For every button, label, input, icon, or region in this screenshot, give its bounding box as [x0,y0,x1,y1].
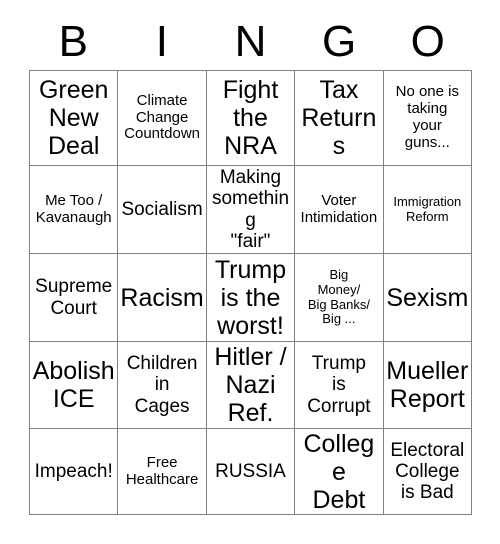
bingo-cell[interactable]: Making something "fair" [206,166,296,254]
bingo-cell-label: Hitler / Nazi Ref. [214,343,287,427]
bingo-cell[interactable]: Green New Deal [30,71,119,166]
bingo-cell[interactable]: Abolish ICE [30,342,119,429]
bingo-cell-label: Immigration Reform [393,193,462,224]
bingo-cell[interactable]: College Debt [295,429,384,515]
bingo-cell[interactable]: Me Too / Kavanaugh [30,166,119,254]
bingo-cell[interactable]: No one is taking your guns... [383,71,472,166]
bingo-cell-label: Me Too / Kavanaugh [35,191,112,226]
bingo-cell[interactable]: Racism [118,254,207,342]
bingo-header-letter-i: I [155,17,168,66]
bingo-cell[interactable]: Sexism [383,254,472,342]
bingo-cell[interactable]: Electoral College is Bad [383,429,472,515]
bingo-cell[interactable]: Tax Returns [295,71,384,166]
bingo-header-letter-n: N [234,17,267,66]
bingo-cell[interactable]: Climate Change Countdown [118,71,207,166]
bingo-cell[interactable]: Hitler / Nazi Ref. [206,342,296,429]
bingo-cell-label: Racism [120,283,204,312]
bingo-cell-label: Children in Cages [126,353,198,417]
bingo-cell-label: Electoral College is Bad [390,439,465,504]
bingo-cell-label: College Debt [303,429,375,514]
bingo-cell-label: RUSSIA [215,460,286,482]
bingo-cell-label: Sexism [386,283,469,312]
bingo-cell[interactable]: Mueller Report [383,342,472,429]
bingo-grid: Green New Deal Climate Change Countdown Fi… [29,70,472,515]
bingo-cell-label: Green New Deal [38,76,109,160]
bingo-cell-label: Trump is the worst! [214,255,287,340]
bingo-card: B I N G O Green New Deal Climate Change C… [29,14,472,515]
bingo-cell[interactable]: RUSSIA [206,429,296,515]
bingo-cell-label: No one is taking your guns... [395,83,459,151]
bingo-cell-label: Abolish ICE [32,357,115,413]
bingo-cell-label: Impeach! [34,460,113,482]
bingo-cell-label: Mueller Report [386,357,469,413]
bingo-cell[interactable]: Supreme Court [30,254,119,342]
bingo-cell[interactable]: Fight the NRA [206,71,296,166]
bingo-cell-label: Big Money/ Big Banks/ Big ... [307,267,370,327]
bingo-cell[interactable]: Immigration Reform [383,166,472,254]
bingo-cell-label: Supreme Court [35,276,113,319]
bingo-cell-label: Voter Intimidation [300,191,378,226]
bingo-cell[interactable]: Trump is the worst! [206,254,296,342]
bingo-cell-label: Tax Returns [301,76,377,160]
bingo-cell[interactable]: Impeach! [30,429,119,515]
bingo-cell-label: Fight the NRA [222,76,279,160]
bingo-cell[interactable]: Trump is Corrupt [295,342,384,429]
bingo-cell-label: Free Healthcare [125,453,199,488]
bingo-cell[interactable]: Socialism [118,166,207,254]
bingo-header-letter-g: G [321,17,357,66]
bingo-cell-label: Trump is Corrupt [307,353,371,417]
bingo-cell-label: Socialism [121,198,203,220]
bingo-cell[interactable]: Big Money/ Big Banks/ Big ... [295,254,384,342]
bingo-header: B I N G O [29,14,472,70]
bingo-cell[interactable]: Free Healthcare [118,429,207,515]
bingo-cell-label: Making something "fair" [211,166,290,252]
bingo-header-letter-o: O [410,17,445,66]
bingo-header-letter-b: B [58,17,88,66]
bingo-cell[interactable]: Children in Cages [118,342,207,429]
bingo-cell-label: Climate Change Countdown [124,91,201,143]
bingo-cell[interactable]: Voter Intimidation [295,166,384,254]
